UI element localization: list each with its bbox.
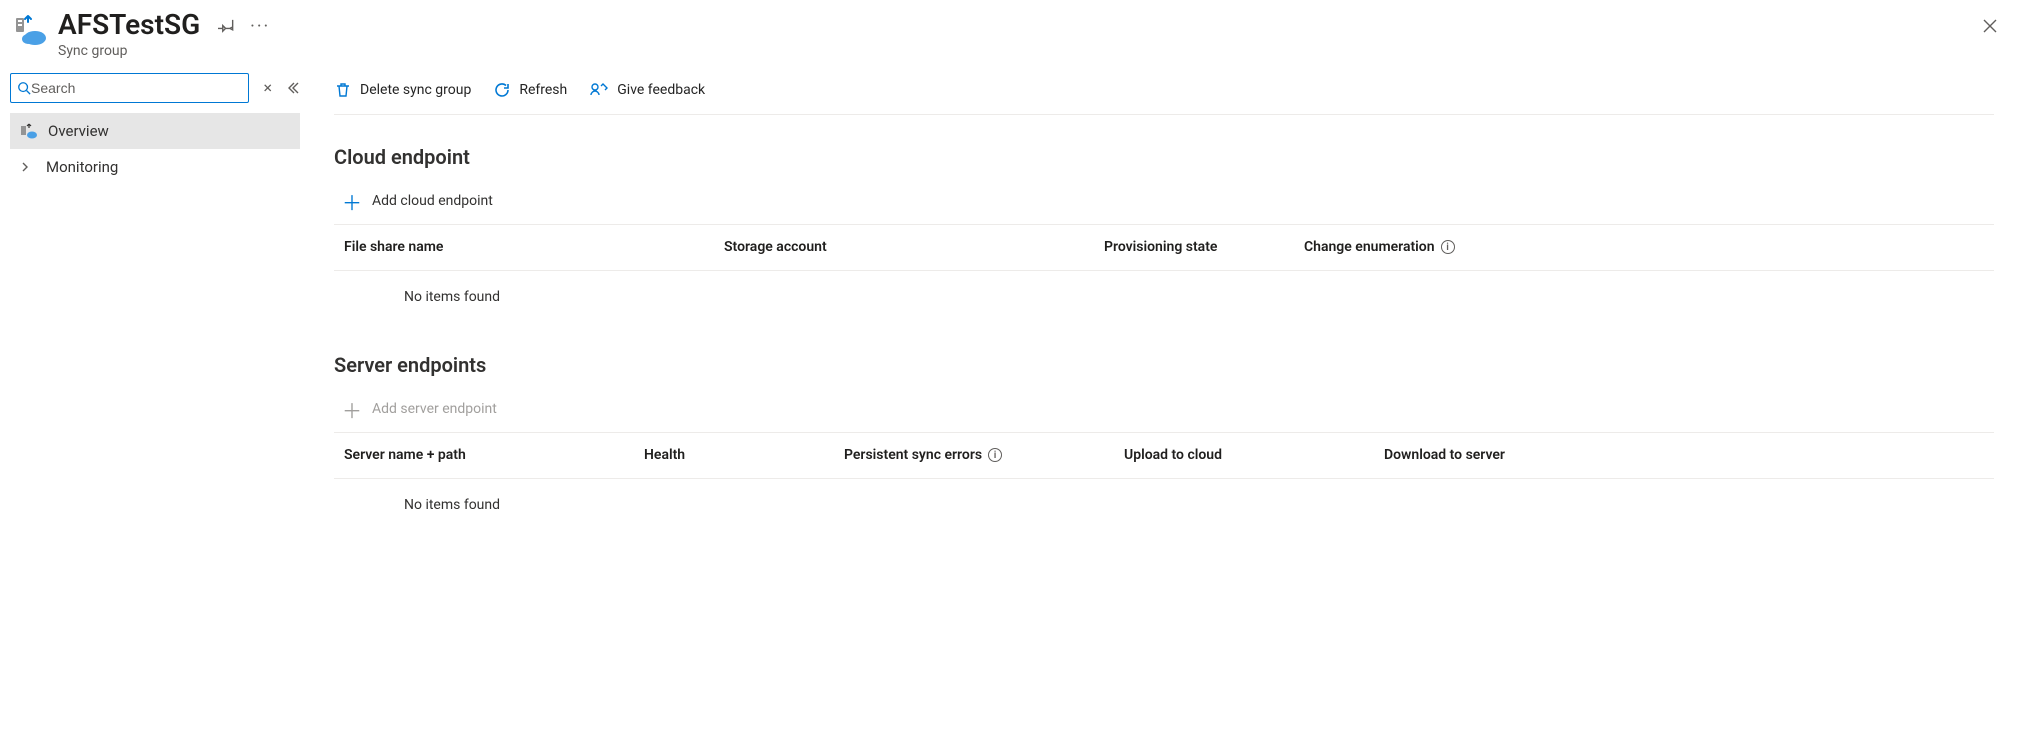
col-storage-account[interactable]: Storage account — [724, 239, 1104, 255]
server-table-header: Server name + path Health Persistent syn… — [334, 433, 1994, 479]
cloud-table-header: File share name Storage account Provisio… — [334, 225, 1994, 271]
refresh-icon — [493, 81, 511, 99]
col-provisioning-state[interactable]: Provisioning state — [1104, 239, 1304, 255]
chevron-right-icon — [20, 162, 36, 172]
server-endpoints-title: Server endpoints — [334, 353, 1994, 377]
add-cloud-endpoint-button[interactable]: ＋ Add cloud endpoint — [334, 179, 1994, 225]
col-change-enum-label: Change enumeration — [1304, 239, 1435, 255]
info-icon[interactable]: i — [988, 448, 1002, 462]
add-server-endpoint-button: ＋ Add server endpoint — [334, 387, 1994, 433]
sync-group-icon — [14, 14, 48, 48]
col-change-enum[interactable]: Change enumeration i — [1304, 239, 1994, 255]
delete-sync-group-button[interactable]: Delete sync group — [334, 81, 471, 99]
search-icon — [17, 81, 31, 95]
refresh-button[interactable]: Refresh — [493, 81, 567, 99]
page-title: AFSTestSG — [58, 10, 200, 41]
delete-icon — [334, 81, 352, 99]
plus-icon: ＋ — [342, 187, 362, 216]
sidebar: × Overview Monitoring — [0, 67, 310, 531]
overview-icon — [20, 122, 38, 140]
close-icon[interactable] — [1982, 18, 1998, 34]
collapse-sidebar-icon[interactable] — [286, 81, 300, 95]
col-server-name[interactable]: Server name + path — [344, 447, 644, 463]
col-persistent-errors[interactable]: Persistent sync errors i — [844, 447, 1124, 463]
sidebar-item-label: Overview — [48, 122, 109, 140]
col-download[interactable]: Download to server — [1384, 447, 1994, 463]
col-persistent-errors-label: Persistent sync errors — [844, 447, 982, 463]
info-icon[interactable]: i — [1441, 240, 1455, 254]
col-upload[interactable]: Upload to cloud — [1124, 447, 1384, 463]
sidebar-item-monitoring[interactable]: Monitoring — [10, 149, 300, 185]
clear-search-icon[interactable]: × — [259, 78, 276, 97]
feedback-icon — [589, 81, 609, 99]
col-health[interactable]: Health — [644, 447, 844, 463]
more-icon[interactable]: ··· — [250, 16, 270, 37]
feedback-label: Give feedback — [617, 82, 705, 98]
give-feedback-button[interactable]: Give feedback — [589, 81, 705, 99]
sidebar-item-overview[interactable]: Overview — [10, 113, 300, 149]
add-cloud-label: Add cloud endpoint — [372, 193, 493, 209]
page-subtitle: Sync group — [58, 43, 200, 59]
search-box[interactable] — [10, 73, 249, 103]
main-content: Delete sync group Refresh Give feedback … — [310, 67, 2018, 531]
refresh-label: Refresh — [519, 82, 567, 98]
server-empty-message: No items found — [334, 479, 1994, 531]
pin-icon[interactable] — [218, 18, 236, 36]
col-file-share[interactable]: File share name — [344, 239, 724, 255]
search-input[interactable] — [31, 80, 242, 96]
sidebar-item-label: Monitoring — [46, 158, 118, 176]
cloud-empty-message: No items found — [334, 271, 1994, 323]
cloud-endpoint-title: Cloud endpoint — [334, 145, 1994, 169]
plus-icon: ＋ — [342, 395, 362, 424]
add-server-label: Add server endpoint — [372, 401, 497, 417]
blade-header: AFSTestSG Sync group ··· — [0, 0, 2018, 67]
command-bar: Delete sync group Refresh Give feedback — [334, 67, 1994, 115]
delete-label: Delete sync group — [360, 82, 471, 98]
